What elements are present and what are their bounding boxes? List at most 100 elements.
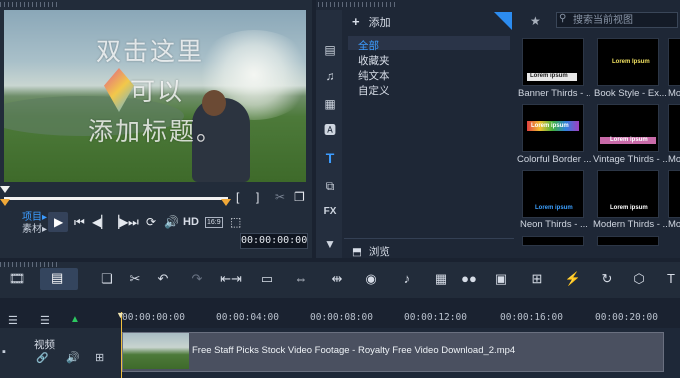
- subtitle-icon[interactable]: ▣: [490, 270, 512, 288]
- mark-in-icon[interactable]: [: [236, 190, 239, 204]
- title-thumb-row4[interactable]: [522, 236, 584, 246]
- link-icon[interactable]: 🔗: [36, 353, 48, 364]
- marker-icon[interactable]: ▲: [70, 314, 80, 325]
- split-icon[interactable]: ✂: [275, 190, 285, 204]
- add-folder-button[interactable]: + 添加: [352, 14, 391, 30]
- expand-down-icon[interactable]: ▼: [322, 236, 338, 252]
- mark-out-marker[interactable]: [221, 199, 231, 206]
- timecode-display[interactable]: 00:00:00:00: [240, 233, 308, 249]
- previous-frame-icon[interactable]: ◀▏: [92, 215, 110, 229]
- title-overlay-line-3[interactable]: 添加标题。: [88, 112, 223, 148]
- aspect-ratio-button[interactable]: 16:9: [205, 217, 223, 228]
- ruler-tick: 00:00:04:00: [216, 312, 279, 323]
- folder-text-only[interactable]: 纯文本: [358, 68, 390, 83]
- track-volume-icon[interactable]: 🔊: [66, 351, 80, 364]
- audio-ducking-icon[interactable]: ♪: [396, 270, 418, 288]
- tools-icon[interactable]: ✂: [124, 270, 146, 288]
- fit-timeline-icon[interactable]: ⇤⇥: [220, 270, 242, 288]
- favorite-star-icon[interactable]: ★: [530, 14, 541, 28]
- paste-icon[interactable]: ❏: [96, 270, 118, 288]
- thumb-label: Mo: [668, 219, 680, 230]
- audio-icon[interactable]: ♫: [322, 68, 338, 84]
- title-thumb-row4[interactable]: [597, 236, 659, 246]
- title-thumb-neon[interactable]: Lorem ipsum: [522, 170, 584, 218]
- go-start-icon[interactable]: ⏮: [74, 215, 85, 229]
- timeline-view-icon[interactable]: 🎞: [6, 270, 28, 288]
- title-thumb-partial[interactable]: [668, 38, 680, 86]
- title-thumb-modern[interactable]: Lorem ipsum: [597, 170, 659, 218]
- search-icon: ⚲: [559, 13, 567, 24]
- playhead-handle-icon[interactable]: ▼: [116, 310, 125, 320]
- title-thumb-vintage[interactable]: Lorem ipsum: [597, 104, 659, 152]
- clip-thumbnail: [123, 333, 189, 369]
- folder-custom[interactable]: 自定义: [358, 83, 390, 98]
- transition-icon[interactable]: ▦: [322, 96, 338, 112]
- crop-icon[interactable]: ⬚: [230, 215, 241, 229]
- thumb-text: Lorem Ipsum: [612, 59, 650, 65]
- title-thumb-book[interactable]: Lorem Ipsum: [597, 38, 659, 86]
- thumb-label: Mo: [668, 154, 680, 165]
- chapter-icon[interactable]: ☰: [40, 314, 50, 327]
- play-button[interactable]: ▶: [48, 212, 68, 232]
- mark-out-icon[interactable]: ]: [256, 190, 259, 204]
- copy-icon[interactable]: ❐: [294, 190, 305, 204]
- folder-all[interactable]: 全部: [358, 38, 379, 53]
- trim-icon[interactable]: ⇹: [326, 270, 348, 288]
- next-frame-icon[interactable]: ▕▶: [110, 215, 128, 229]
- track-label: 视频: [34, 339, 55, 351]
- title-thumb-banner[interactable]: Lorem ipsum: [522, 38, 584, 86]
- browse-icon: ⬒: [352, 246, 362, 258]
- playhead[interactable]: [121, 312, 122, 378]
- media-icon[interactable]: ▤: [322, 42, 338, 58]
- title-icon[interactable]: T: [322, 150, 338, 166]
- time-remap-icon[interactable]: ⇔: [290, 270, 312, 288]
- undo-icon[interactable]: ↶: [152, 270, 174, 288]
- track-manager-icon[interactable]: ☰: [8, 314, 18, 327]
- library-sidebar: ▤ ♫ ▦ 🅰 T ⧉ FX ▼: [316, 10, 342, 258]
- screen-record-icon[interactable]: ▭: [256, 270, 278, 288]
- mask-icon[interactable]: ◉: [360, 270, 382, 288]
- thumb-label: Modern Thirds - ...: [593, 219, 667, 230]
- redo-icon[interactable]: ↷: [186, 270, 208, 288]
- scrub-bar[interactable]: [4, 197, 228, 200]
- motion-icon[interactable]: ▦: [430, 270, 452, 288]
- graphics-icon[interactable]: 🅰: [322, 122, 338, 138]
- thumb-text: Lorem ipsum: [530, 73, 568, 79]
- storyboard-view-button[interactable]: ▤: [40, 268, 78, 290]
- plus-icon: +: [352, 14, 360, 29]
- thumb-text: Lorem ipsum: [531, 123, 569, 129]
- volume-icon[interactable]: 🔊: [164, 215, 179, 229]
- preview-window[interactable]: 双击这里 可以 添加标题。: [4, 10, 306, 182]
- library-drag-handle[interactable]: [318, 2, 398, 7]
- hd-toggle[interactable]: HD: [183, 215, 199, 229]
- mark-in-marker[interactable]: [0, 199, 10, 206]
- folder-favorites[interactable]: 收藏夹: [358, 53, 390, 68]
- title-overlay-line-1[interactable]: 双击这里: [96, 32, 204, 68]
- title-thumb-partial[interactable]: [668, 170, 680, 218]
- clip-mode-toggle[interactable]: 素材▸: [22, 223, 47, 237]
- go-end-icon[interactable]: ⏭: [128, 215, 139, 229]
- toolbar-drag-handle[interactable]: [0, 262, 60, 267]
- track-grid-icon[interactable]: ⊞: [95, 351, 104, 364]
- repeat-icon[interactable]: ⟳: [146, 215, 156, 229]
- add-label: 添加: [368, 17, 391, 29]
- title-overlay-line-2[interactable]: 可以: [130, 72, 184, 108]
- scrubber-handle[interactable]: [0, 186, 10, 193]
- search-input[interactable]: 搜索当前视图: [556, 12, 678, 28]
- filter-fx-icon[interactable]: FX: [322, 204, 338, 220]
- drag-handle[interactable]: [0, 2, 60, 7]
- overlay-icon[interactable]: ⧉: [322, 178, 338, 194]
- title-thumb-partial[interactable]: [668, 104, 680, 152]
- thumb-label: Book Style - Ex...: [594, 88, 666, 99]
- 3d-icon[interactable]: ⬡: [628, 270, 650, 288]
- speed-icon[interactable]: ⚡: [562, 270, 584, 288]
- storyboard-icon: ▤: [51, 270, 64, 285]
- thumb-label: Vintage Thirds - ...: [593, 154, 667, 165]
- title-thumb-colorful[interactable]: Lorem ipsum: [522, 104, 584, 152]
- browse-button[interactable]: ⬒ 浏览: [352, 244, 390, 259]
- color-grade-icon[interactable]: ●●: [458, 270, 480, 288]
- multicam-icon[interactable]: ⊞: [526, 270, 548, 288]
- rotate-icon[interactable]: ↻: [596, 270, 618, 288]
- ruler-tick: 00:00:16:00: [500, 312, 563, 323]
- 3d-title-icon[interactable]: T: [660, 270, 680, 288]
